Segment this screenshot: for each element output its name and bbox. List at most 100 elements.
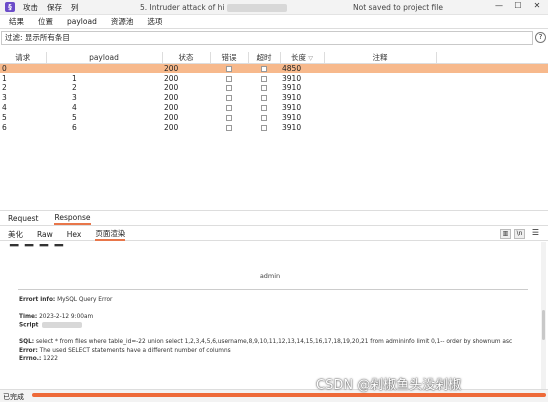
cell-status: 200 xyxy=(164,112,179,122)
tab-resource-pool[interactable]: 资源池 xyxy=(104,16,141,27)
cell-filler xyxy=(436,122,548,132)
checkbox xyxy=(261,114,267,121)
col-length-label: 长度 xyxy=(290,53,306,62)
tab-payload[interactable]: payload xyxy=(60,17,104,26)
menu-columns[interactable]: 列 xyxy=(71,2,79,13)
cell-payload: 3 xyxy=(72,93,77,103)
table-row[interactable]: 6 6 200 3910 xyxy=(0,122,548,132)
not-saved-label: Not saved to project file xyxy=(353,3,443,12)
checkbox xyxy=(261,75,267,82)
csdn-watermark: CSDN @剁椒鱼头没剁椒 xyxy=(316,378,462,393)
help-icon[interactable]: ? xyxy=(535,32,546,43)
cell-payload: 6 xyxy=(72,122,77,132)
cell-status: 200 xyxy=(164,103,179,113)
cell-timeout xyxy=(248,63,280,74)
col-error[interactable]: 错误 xyxy=(210,52,249,64)
col-request[interactable]: 请求 xyxy=(0,52,47,64)
cell-comment xyxy=(324,73,436,83)
cell-comment xyxy=(324,112,436,122)
col-comment[interactable]: 注释 xyxy=(324,52,437,64)
pane-divider[interactable] xyxy=(0,210,548,211)
status-text: 已完成 xyxy=(3,393,24,401)
menu-save[interactable]: 保存 xyxy=(47,2,62,13)
checkbox xyxy=(226,85,232,92)
cell-error xyxy=(210,83,248,93)
cell-length: 3910 xyxy=(282,112,302,122)
error-value: The used SELECT statements have a differ… xyxy=(39,348,231,354)
subtab-raw[interactable]: Raw xyxy=(37,230,53,239)
cell-comment xyxy=(324,63,436,74)
script-label: Script xyxy=(19,322,39,329)
tab-results[interactable]: 结果 xyxy=(2,16,31,27)
sql-value: select * from files where table_id=-22 u… xyxy=(35,339,513,345)
title-menu: 攻击 保存 列 xyxy=(23,2,79,13)
cell-request: 6 xyxy=(2,122,7,132)
response-view-tabs: 美化 Raw Hex 页面渲染 xyxy=(0,228,548,241)
attack-tabs: 结果 位置 payload 资源池 选项 xyxy=(0,15,548,29)
subtab-hex[interactable]: Hex xyxy=(67,230,82,239)
tab-positions[interactable]: 位置 xyxy=(31,16,60,27)
cell-timeout xyxy=(248,93,280,103)
cell-filler xyxy=(436,63,548,74)
cell-timeout xyxy=(248,103,280,113)
table-row[interactable]: 1 1 200 3910 xyxy=(0,73,548,83)
cell-request: 1 xyxy=(2,73,7,83)
render-scroll-thumb[interactable] xyxy=(542,310,545,340)
tab-options[interactable]: 选项 xyxy=(140,16,169,27)
cell-request: 4 xyxy=(2,103,7,113)
minimize-button[interactable]: — xyxy=(489,1,509,13)
table-row[interactable]: 0 200 4850 xyxy=(0,63,548,74)
time-line: Time: 2023-2-12 9:00am xyxy=(19,314,93,320)
cell-comment xyxy=(324,103,436,113)
errno-line: Errno.: 1222 xyxy=(19,356,58,362)
tab-request[interactable]: Request xyxy=(8,214,38,223)
menu-attack[interactable]: 攻击 xyxy=(23,2,38,13)
rendered-header-fragment: ━ ━ ━ ━ xyxy=(10,242,65,254)
attack-progress-bar xyxy=(32,393,546,397)
table-row[interactable]: 5 5 200 3910 xyxy=(0,112,548,122)
tab-response[interactable]: Response xyxy=(54,213,91,225)
layout-wrap-icon[interactable]: \n xyxy=(514,229,525,239)
cell-comment xyxy=(324,93,436,103)
cell-length: 3910 xyxy=(282,83,302,93)
checkbox xyxy=(226,124,232,131)
checkbox xyxy=(261,105,267,112)
cell-request: 5 xyxy=(2,112,7,122)
cell-error xyxy=(210,63,248,74)
cell-filler xyxy=(436,93,548,103)
subtab-render[interactable]: 页面渲染 xyxy=(95,228,126,241)
checkbox xyxy=(226,105,232,112)
error-label: Error: xyxy=(19,348,38,354)
filter-bar[interactable]: 过滤: 显示所有条目 xyxy=(1,31,533,45)
results-table: 请求 payload 状态 错误 超时 长度 ▽ 注释 0 200 4850 1 1 20… xyxy=(0,52,548,132)
sql-line: SQL: select * from files where table_id=… xyxy=(19,339,512,345)
layout-split-icon[interactable]: ▥ xyxy=(500,229,511,239)
checkbox xyxy=(261,124,267,131)
title-bar: § 攻击 保存 列 5. Intruder attack of hi Not s… xyxy=(0,0,548,15)
table-row[interactable]: 3 3 200 3910 xyxy=(0,93,548,103)
maximize-button[interactable]: ☐ xyxy=(508,1,528,13)
cell-error xyxy=(210,93,248,103)
cell-status: 200 xyxy=(164,93,179,103)
cell-filler xyxy=(436,103,548,113)
time-label: Time: xyxy=(19,314,38,320)
col-length[interactable]: 长度 ▽ xyxy=(280,52,325,64)
table-row[interactable]: 2 2 200 3910 xyxy=(0,83,548,93)
table-header-row: 请求 payload 状态 错误 超时 长度 ▽ 注释 xyxy=(0,52,548,64)
col-filler xyxy=(436,52,548,64)
subtab-pretty[interactable]: 美化 xyxy=(8,229,23,240)
col-payload[interactable]: payload xyxy=(46,52,163,64)
cell-error xyxy=(210,122,248,132)
col-status[interactable]: 状态 xyxy=(162,52,211,64)
cell-timeout xyxy=(248,73,280,83)
col-timeout[interactable]: 超时 xyxy=(248,52,281,64)
close-button[interactable]: ✕ xyxy=(527,1,547,13)
cell-length: 3910 xyxy=(282,73,302,83)
cell-error xyxy=(210,103,248,113)
cell-payload: 2 xyxy=(72,83,77,93)
more-menu-icon[interactable]: ☰ xyxy=(530,229,541,239)
cell-length: 4850 xyxy=(280,63,324,74)
errno-label: Errno.: xyxy=(19,356,42,362)
table-row[interactable]: 4 4 200 3910 xyxy=(0,103,548,113)
cell-request: 3 xyxy=(2,93,7,103)
